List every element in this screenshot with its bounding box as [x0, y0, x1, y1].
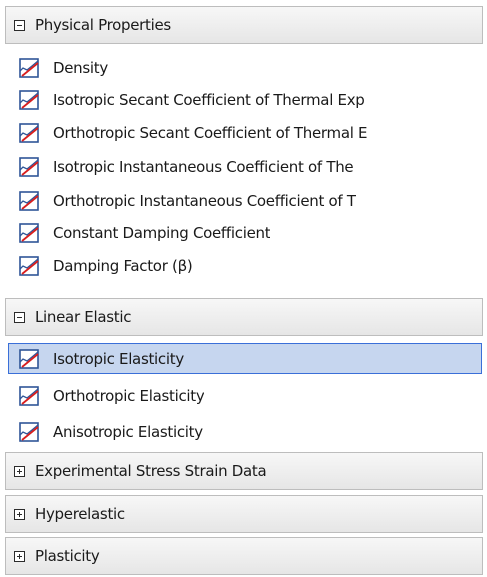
group-label: Experimental Stress Strain Data: [35, 462, 267, 480]
expand-plus-icon[interactable]: [14, 465, 25, 477]
group-header-experimental-stress-strain-data[interactable]: Experimental Stress Strain Data: [5, 452, 483, 490]
toolbox-item-isotropic-secant-cte[interactable]: Isotropic Secant Coefficient of Thermal …: [8, 84, 482, 115]
chart-curve-icon: [19, 385, 39, 406]
chart-curve-icon: [19, 255, 39, 276]
item-label: Constant Damping Coefficient: [53, 223, 271, 242]
item-label: Orthotropic Instantaneous Coefficient of…: [53, 191, 356, 210]
item-label: Isotropic Elasticity: [53, 349, 184, 368]
toolbox-item-isotropic-instantaneous-cte[interactable]: Isotropic Instantaneous Coefficient of T…: [8, 151, 482, 182]
group-header-hyperelastic[interactable]: Hyperelastic: [5, 495, 483, 533]
group-header-linear-elastic[interactable]: Linear Elastic: [5, 298, 483, 336]
item-label: Orthotropic Elasticity: [53, 386, 205, 405]
collapse-minus-icon[interactable]: [14, 19, 25, 31]
collapse-minus-icon[interactable]: [14, 311, 25, 323]
group-label: Linear Elastic: [35, 308, 132, 326]
chart-curve-icon: [19, 122, 39, 143]
chart-curve-icon: [19, 222, 39, 243]
toolbox-item-orthotropic-instantaneous-cte[interactable]: Orthotropic Instantaneous Coefficient of…: [8, 185, 482, 216]
group-label: Hyperelastic: [35, 505, 125, 523]
engineering-data-toolbox: Physical Properties Density Isotropic Se…: [0, 0, 487, 577]
toolbox-item-density[interactable]: Density: [8, 52, 482, 83]
toolbox-item-constant-damping-coefficient[interactable]: Constant Damping Coefficient: [8, 217, 482, 248]
group-header-plasticity[interactable]: Plasticity: [5, 537, 483, 575]
toolbox-item-isotropic-elasticity[interactable]: Isotropic Elasticity: [8, 343, 482, 374]
chart-curve-icon: [19, 89, 39, 110]
item-label: Damping Factor (β): [53, 256, 193, 275]
group-header-physical-properties[interactable]: Physical Properties: [5, 6, 483, 44]
chart-curve-icon: [19, 57, 39, 78]
chart-curve-icon: [19, 190, 39, 211]
chart-curve-icon: [19, 348, 39, 369]
chart-curve-icon: [19, 421, 39, 442]
item-label: Orthotropic Secant Coefficient of Therma…: [53, 123, 368, 142]
toolbox-item-anisotropic-elasticity[interactable]: Anisotropic Elasticity: [8, 416, 482, 447]
item-label: Anisotropic Elasticity: [53, 422, 203, 441]
expand-plus-icon[interactable]: [14, 508, 25, 520]
chart-curve-icon: [19, 156, 39, 177]
group-label: Plasticity: [35, 547, 100, 565]
expand-plus-icon[interactable]: [14, 550, 25, 562]
toolbox-item-damping-factor[interactable]: Damping Factor (β): [8, 250, 482, 281]
group-label: Physical Properties: [35, 16, 171, 34]
item-label: Density: [53, 58, 108, 77]
item-label: Isotropic Secant Coefficient of Thermal …: [53, 90, 365, 109]
item-label: Isotropic Instantaneous Coefficient of T…: [53, 157, 354, 176]
toolbox-item-orthotropic-elasticity[interactable]: Orthotropic Elasticity: [8, 380, 482, 411]
toolbox-item-orthotropic-secant-cte[interactable]: Orthotropic Secant Coefficient of Therma…: [8, 117, 482, 148]
